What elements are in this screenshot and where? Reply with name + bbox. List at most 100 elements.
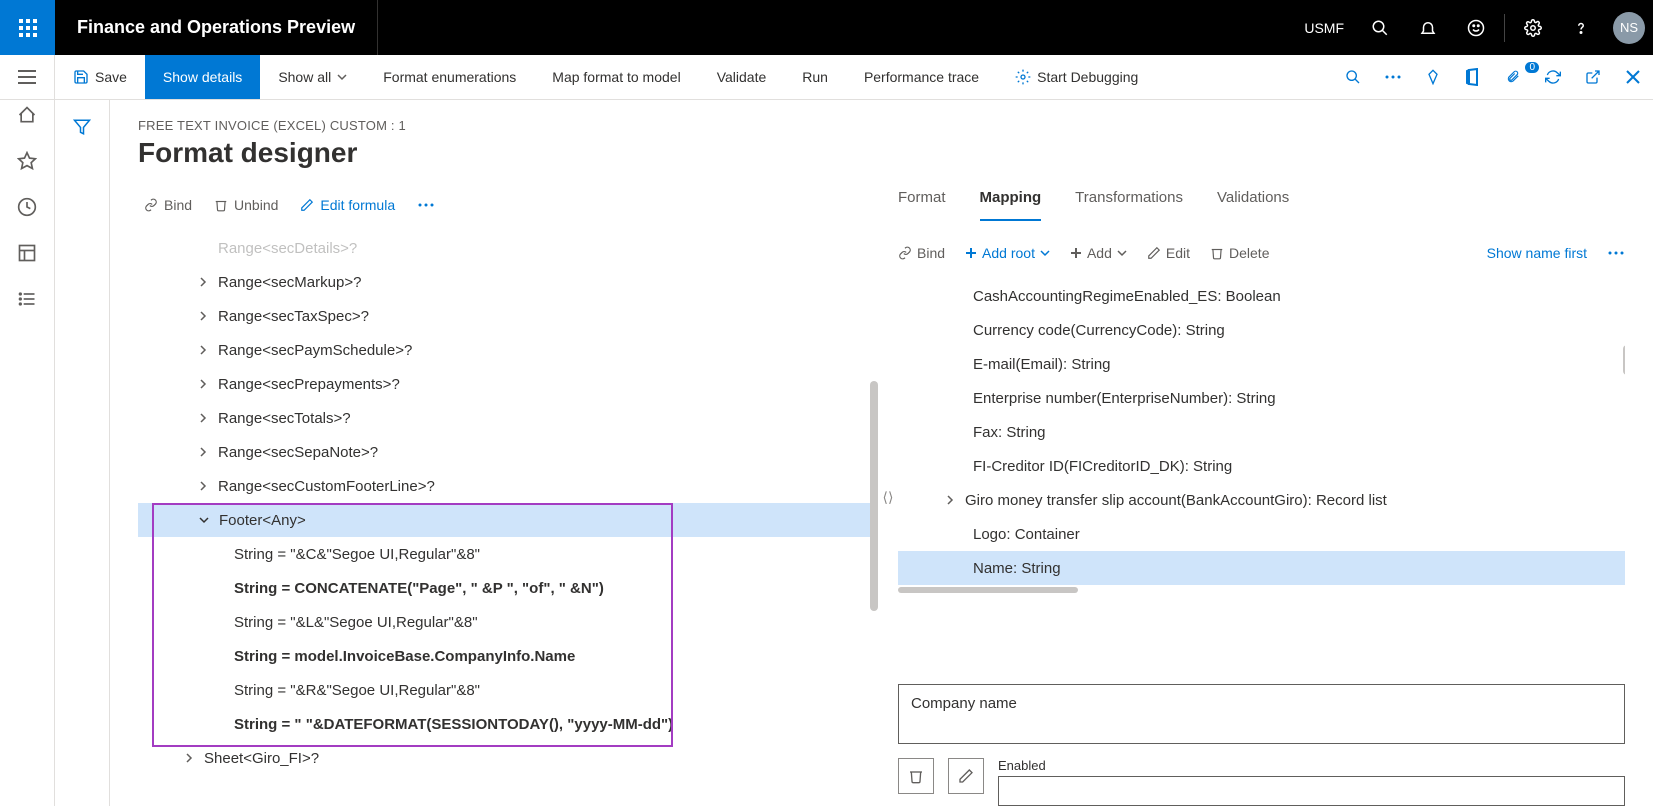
show-details-button[interactable]: Show details [145, 55, 260, 99]
ds-label: Name: String [973, 560, 1061, 577]
home-icon[interactable] [16, 104, 38, 126]
add-dropdown[interactable]: Add [1070, 245, 1127, 261]
delete-binding-button[interactable] [898, 758, 934, 794]
datasource-item-selected[interactable]: Name: String [898, 551, 1625, 585]
unbind-button[interactable]: Unbind [214, 197, 278, 213]
list-icon[interactable] [16, 288, 38, 310]
refresh-icon[interactable] [1533, 69, 1573, 85]
tree-item[interactable]: Range<secTaxSpec>? [138, 299, 874, 333]
edit-formula-button[interactable]: Edit formula [300, 197, 395, 213]
datasource-item[interactable]: Logo: Container [898, 517, 1625, 551]
tree-item[interactable]: Range<secPaymSchedule>? [138, 333, 874, 367]
chevron-down-icon[interactable] [197, 515, 211, 525]
show-all-dropdown[interactable]: Show all [260, 55, 365, 99]
chevron-right-icon[interactable] [196, 311, 210, 321]
horizontal-scrollbar[interactable] [898, 587, 1078, 593]
datasource-item[interactable]: Giro money transfer slip account(BankAcc… [898, 483, 1625, 517]
clock-icon[interactable] [16, 196, 38, 218]
bind-button[interactable]: Bind [898, 245, 945, 261]
unbind-label: Unbind [234, 197, 278, 213]
edit-binding-button[interactable] [948, 758, 984, 794]
tab-mapping[interactable]: Mapping [980, 189, 1042, 221]
tree-item-footer[interactable]: Footer<Any> [138, 503, 874, 537]
datasource-item[interactable]: Fax: String [898, 415, 1625, 449]
funnel-icon[interactable] [73, 118, 91, 806]
app-launcher[interactable] [0, 0, 55, 55]
save-icon [73, 69, 89, 85]
hamburger-icon[interactable] [0, 55, 55, 99]
workspace-icon[interactable] [16, 242, 38, 264]
close-icon[interactable] [1613, 70, 1653, 84]
validate-button[interactable]: Validate [699, 55, 785, 99]
tree-label: Footer<Any> [219, 512, 306, 529]
scrollbar-thumb[interactable] [1623, 345, 1625, 375]
edit-button[interactable]: Edit [1147, 245, 1190, 261]
add-root-dropdown[interactable]: Add root [965, 245, 1050, 261]
chevron-right-icon[interactable] [196, 277, 210, 287]
show-name-first-button[interactable]: Show name first [1487, 245, 1587, 261]
datasource-item[interactable]: CashAccountingRegimeEnabled_ES: Boolean [898, 279, 1625, 313]
tab-transformations[interactable]: Transformations [1075, 189, 1183, 221]
chevron-right-icon[interactable] [196, 413, 210, 423]
more-icon[interactable] [1607, 250, 1625, 256]
add-label: Add [1087, 245, 1112, 261]
more-icon[interactable] [417, 202, 435, 208]
save-button[interactable]: Save [55, 55, 145, 99]
tree-item[interactable]: String = "&C&"Segoe UI,Regular"&8" [138, 537, 874, 571]
diamond-icon[interactable] [1413, 69, 1453, 85]
office-icon[interactable] [1453, 68, 1493, 86]
datasource-item[interactable]: FI-Creditor ID(FICreditorID_DK): String [898, 449, 1625, 483]
more-icon[interactable] [1373, 74, 1413, 80]
attachments-icon[interactable]: 0 [1493, 68, 1533, 86]
enabled-input[interactable] [998, 776, 1625, 806]
company-code[interactable]: USMF [1292, 20, 1356, 36]
tree-item[interactable]: Range<secMarkup>? [138, 265, 874, 299]
chevron-right-icon[interactable] [196, 481, 210, 491]
delete-button[interactable]: Delete [1210, 245, 1269, 261]
tree-label: String = "&L&"Segoe UI,Regular"&8" [234, 614, 478, 631]
scrollbar-thumb[interactable] [870, 381, 878, 611]
bind-button[interactable]: Bind [144, 197, 192, 213]
tree-item[interactable]: Range<secDetails>? [138, 231, 874, 265]
chevron-right-icon[interactable] [196, 379, 210, 389]
start-debugging-button[interactable]: Start Debugging [997, 55, 1156, 99]
tab-validations[interactable]: Validations [1217, 189, 1289, 221]
map-format-button[interactable]: Map format to model [534, 55, 698, 99]
run-button[interactable]: Run [784, 55, 846, 99]
tree-item[interactable]: Range<secTotals>? [138, 401, 874, 435]
splitter[interactable]: ⟨⟩ [878, 189, 898, 806]
tree-item[interactable]: Range<secCustomFooterLine>? [138, 469, 874, 503]
datasource-item[interactable]: E-mail(Email): String [898, 347, 1625, 381]
user-avatar[interactable]: NS [1605, 0, 1653, 55]
tree-item[interactable]: String = CONCATENATE("Page", " &P ", "of… [138, 571, 874, 605]
tree-label: String = "&C&"Segoe UI,Regular"&8" [234, 546, 480, 563]
description-field[interactable]: Company name [898, 684, 1625, 744]
gear-icon[interactable] [1509, 0, 1557, 55]
star-icon[interactable] [16, 150, 38, 172]
tree-label: Range<secTotals>? [218, 410, 351, 427]
filter-search-icon[interactable] [1333, 69, 1373, 85]
ds-label: Fax: String [973, 424, 1046, 441]
tab-format[interactable]: Format [898, 189, 946, 221]
chevron-right-icon[interactable] [182, 753, 196, 763]
tree-item[interactable]: String = model.InvoiceBase.CompanyInfo.N… [138, 639, 874, 673]
tree-item[interactable]: Range<secSepaNote>? [138, 435, 874, 469]
datasource-item[interactable]: Currency code(CurrencyCode): String [898, 313, 1625, 347]
performance-trace-button[interactable]: Performance trace [846, 55, 997, 99]
tree-item[interactable]: String = "&R&"Segoe UI,Regular"&8" [138, 673, 874, 707]
search-icon[interactable] [1356, 0, 1404, 55]
format-enumerations-button[interactable]: Format enumerations [365, 55, 534, 99]
chevron-right-icon[interactable] [943, 495, 957, 505]
tree-item[interactable]: Range<secPrepayments>? [138, 367, 874, 401]
popout-icon[interactable] [1573, 69, 1613, 85]
help-icon[interactable] [1557, 0, 1605, 55]
page-title: Format designer [138, 137, 1625, 169]
tree-item[interactable]: String = "&L&"Segoe UI,Regular"&8" [138, 605, 874, 639]
tree-item[interactable]: String = " "&DATEFORMAT(SESSIONTODAY(), … [138, 707, 874, 741]
tree-item[interactable]: Sheet<Giro_FI>? [138, 741, 874, 775]
smiley-icon[interactable] [1452, 0, 1500, 55]
chevron-right-icon[interactable] [196, 447, 210, 457]
datasource-item[interactable]: Enterprise number(EnterpriseNumber): Str… [898, 381, 1625, 415]
bell-icon[interactable] [1404, 0, 1452, 55]
chevron-right-icon[interactable] [196, 345, 210, 355]
